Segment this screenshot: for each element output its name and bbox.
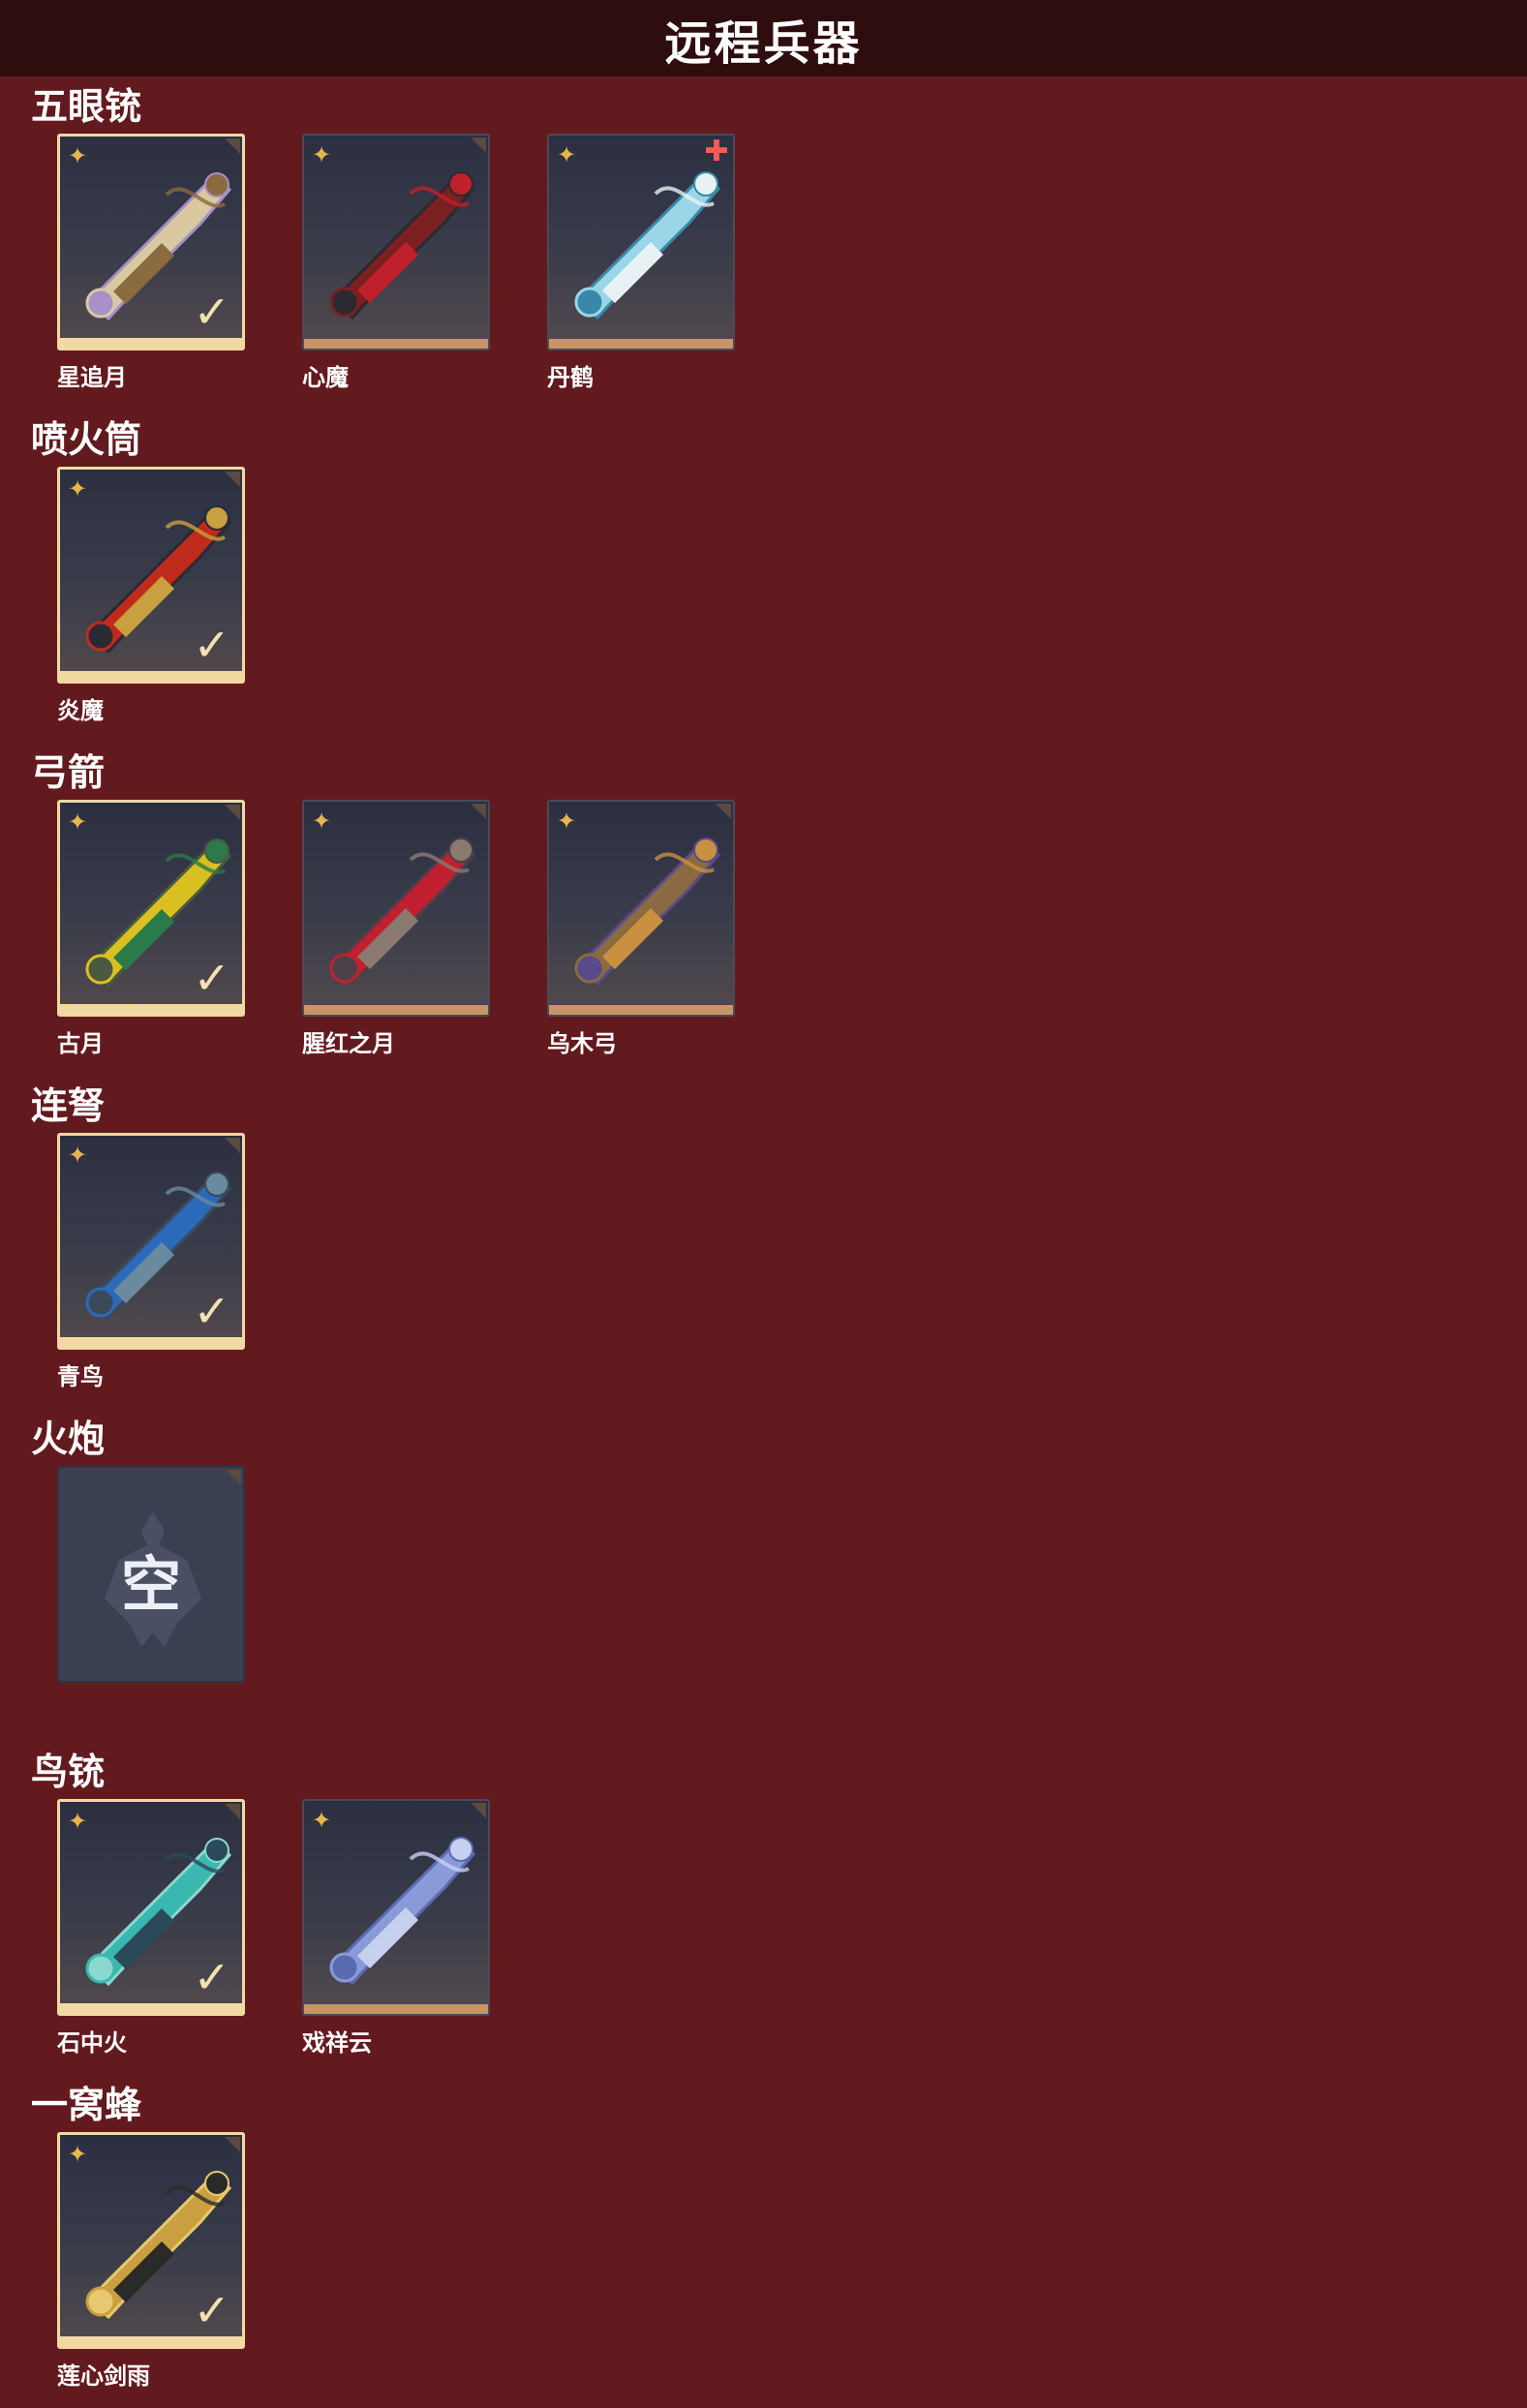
weapon-name: 石中火 (57, 2029, 127, 2057)
weapon-tile[interactable]: ✦ ✓ (57, 1133, 245, 1350)
corner-mark-icon (225, 805, 240, 820)
tile-bottom-bar (304, 1005, 488, 1015)
tile-bottom-bar (304, 339, 488, 349)
tile-bottom-bar (549, 1005, 733, 1015)
rarity-star-icon: ✦ (68, 1142, 88, 1169)
weapon-name: 腥红之月 (302, 1030, 395, 1057)
weapon-card[interactable]: ✦ ✓ 莲心剑雨 (57, 2132, 245, 2390)
weapon-tile[interactable]: ✦ (302, 134, 490, 351)
weapon-card[interactable]: ✦ 心魔 (302, 134, 490, 391)
weapon-image (329, 1837, 476, 1986)
rarity-star-icon: ✦ (68, 142, 88, 169)
rarity-star-icon: ✦ (312, 808, 332, 835)
weapon-name: 炎魔 (57, 697, 104, 724)
weapon-card[interactable]: ✦ 乌木弓 (547, 800, 735, 1057)
corner-mark-icon (225, 138, 240, 154)
weapon-tile[interactable]: ✦ (547, 800, 735, 1017)
weapon-name: 古月 (57, 1030, 104, 1057)
weapon-card[interactable]: ✦ ✓ 青鸟 (57, 1133, 245, 1390)
tile-bottom-bar (60, 1337, 242, 1347)
weapon-image (329, 838, 476, 987)
weapon-name: 青鸟 (57, 1363, 104, 1390)
weapon-category: 一窝蜂 ✦ ✓ 莲心剑雨 (0, 2084, 1527, 2390)
weapon-tile[interactable]: ✦ (302, 1799, 490, 2016)
equipped-check-icon: ✓ (193, 286, 230, 338)
tile-bottom-bar (60, 1004, 242, 1014)
rarity-star-icon: ✦ (68, 1808, 88, 1835)
corner-mark-icon (716, 804, 731, 819)
weapon-card[interactable]: ✦ ✓ 古月 (57, 800, 245, 1057)
corner-mark-icon (471, 804, 486, 819)
weapon-name: 丹鹤 (547, 364, 594, 391)
weapon-card[interactable]: ✦ ✓ 炎魔 (57, 467, 245, 724)
weapon-category: 喷火筒 ✦ ✓ 炎魔 (0, 418, 1527, 724)
category-title: 一窝蜂 (31, 2084, 142, 2126)
rarity-star-icon: ✦ (68, 2141, 88, 2168)
weapon-card[interactable]: ✦ ✓ 星追月 (57, 134, 245, 391)
tile-bottom-bar (60, 338, 242, 348)
rarity-star-icon: ✦ (557, 141, 577, 168)
weapon-tile[interactable]: ✦ ✓ (57, 467, 245, 684)
category-title: 弓箭 (31, 751, 106, 794)
category-title: 五眼铳 (31, 85, 142, 128)
tile-bottom-bar (304, 2004, 488, 2014)
weapon-category: 鸟铳 ✦ ✓ 石中火 ✦ 戏祥云 (0, 1751, 1527, 2057)
rarity-star-icon: ✦ (68, 475, 88, 503)
weapon-card[interactable]: ✦ 腥红之月 (302, 800, 490, 1057)
equipped-check-icon: ✓ (193, 952, 230, 1004)
weapon-category: 火炮空 (0, 1417, 1527, 1708)
empty-slot-label: 空 (120, 1549, 181, 1620)
weapon-card[interactable]: 空 (57, 1466, 245, 1685)
weapon-tile[interactable]: ✦ ✓ (57, 800, 245, 1017)
category-title: 连弩 (31, 1084, 106, 1127)
tile-bottom-bar (60, 671, 242, 681)
weapon-name: 乌木弓 (547, 1030, 617, 1057)
weapon-tile[interactable]: ✦ ✓ (57, 2132, 245, 2349)
corner-mark-icon (225, 1138, 240, 1153)
weapon-name: 心魔 (302, 364, 349, 391)
weapon-card[interactable]: ✦ ✚ 丹鹤 (547, 134, 735, 391)
weapon-tile[interactable]: ✦ ✚ (547, 134, 735, 351)
tile-bottom-bar (60, 2336, 242, 2346)
corner-mark-icon (225, 2137, 240, 2152)
category-title: 鸟铳 (31, 1751, 106, 1793)
weapon-tile[interactable]: ✦ ✓ (57, 134, 245, 351)
corner-mark-icon (225, 1804, 240, 1819)
equipped-check-icon: ✓ (193, 1951, 230, 2003)
rarity-star-icon: ✦ (312, 1807, 332, 1834)
weapon-tile[interactable]: ✦ (302, 800, 490, 1017)
rarity-star-icon: ✦ (557, 808, 577, 835)
weapon-tile[interactable]: ✦ ✓ (57, 1799, 245, 2016)
equipped-check-icon: ✓ (193, 1285, 230, 1337)
corner-mark-icon (225, 472, 240, 487)
weapon-image (329, 171, 476, 320)
weapon-card[interactable]: ✦ 戏祥云 (302, 1799, 490, 2057)
category-title: 喷火筒 (31, 418, 142, 461)
weapon-name: 莲心剑雨 (57, 2362, 150, 2390)
corner-mark-icon (226, 1470, 241, 1485)
weapon-name: 星追月 (57, 364, 127, 391)
weapon-image (574, 838, 721, 987)
corner-mark-icon (471, 1803, 486, 1818)
corner-mark-icon (471, 137, 486, 153)
weapon-image (574, 171, 721, 320)
category-title: 火炮 (31, 1417, 106, 1460)
empty-weapon-slot[interactable]: 空 (57, 1466, 245, 1683)
tile-bottom-bar (549, 339, 733, 349)
weapon-name: 戏祥云 (302, 2029, 372, 2057)
weapon-category: 五眼铳 ✦ ✓ 星追月 ✦ 心魔 ✦ ✚ 丹鹤 (0, 85, 1527, 391)
equipped-check-icon: ✓ (193, 2284, 230, 2336)
weapon-category: 连弩 ✦ ✓ 青鸟 (0, 1084, 1527, 1390)
weapon-card[interactable]: ✦ ✓ 石中火 (57, 1799, 245, 2057)
page-header: 远程兵器 (0, 0, 1527, 76)
new-plus-icon: ✚ (704, 135, 729, 168)
tile-bottom-bar (60, 2003, 242, 2013)
weapon-category: 弓箭 ✦ ✓ 古月 ✦ 腥红之月 ✦ 乌木弓 (0, 751, 1527, 1057)
page-title: 远程兵器 (664, 15, 863, 71)
rarity-star-icon: ✦ (68, 808, 88, 836)
equipped-check-icon: ✓ (193, 619, 230, 671)
rarity-star-icon: ✦ (312, 141, 332, 168)
